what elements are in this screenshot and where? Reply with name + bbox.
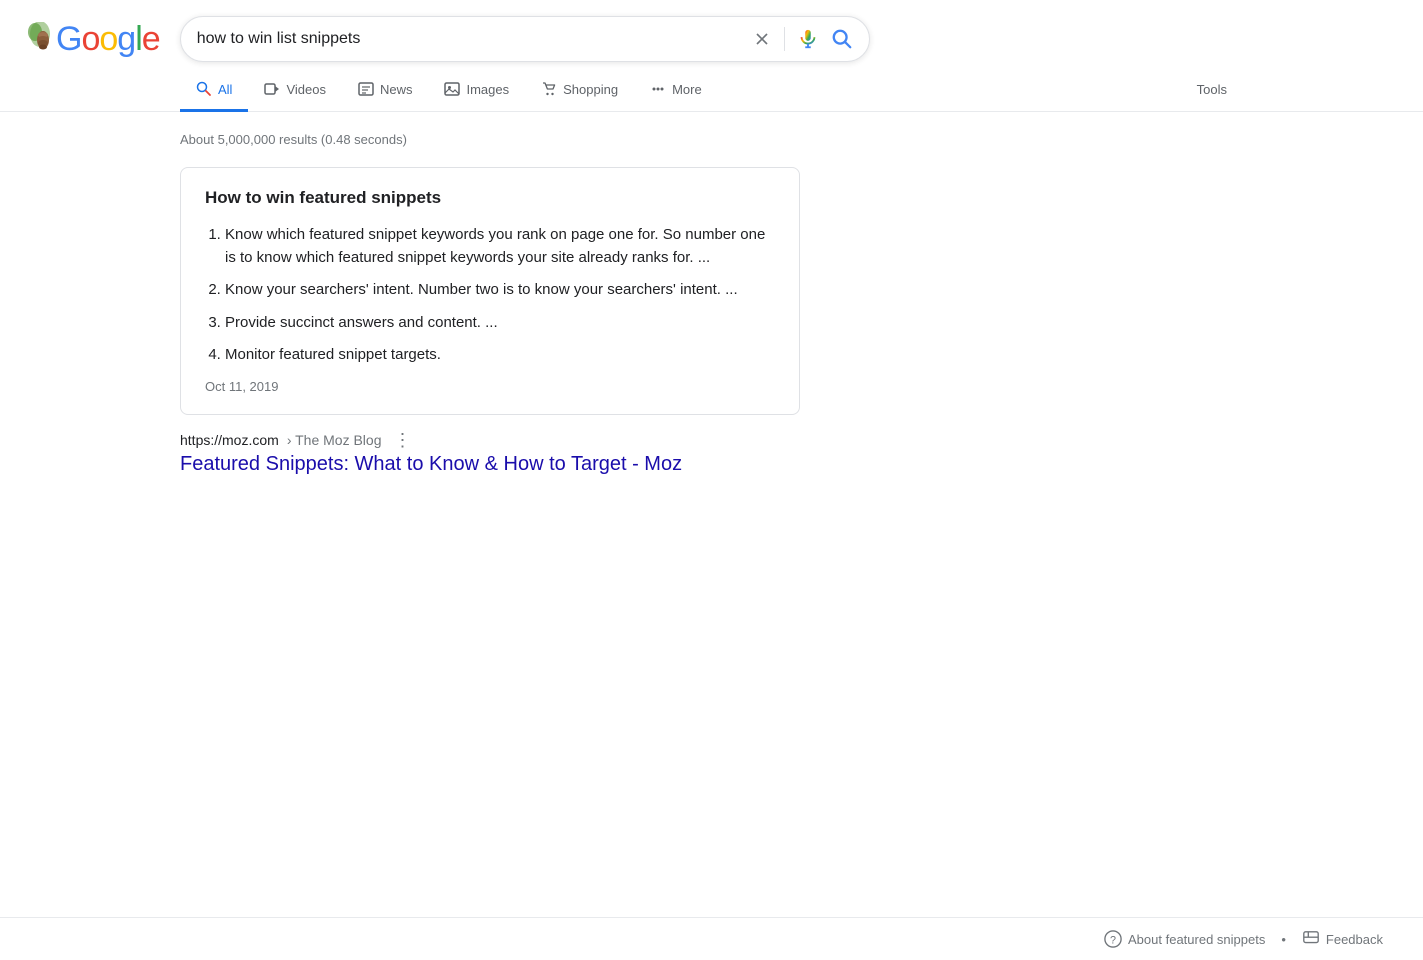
result-title-link[interactable]: Featured Snippets: What to Know & How to… xyxy=(180,453,800,476)
logo-e: e xyxy=(142,20,160,58)
images-icon xyxy=(444,81,460,97)
question-icon: ? xyxy=(1104,930,1122,948)
feedback-item[interactable]: Feedback xyxy=(1302,930,1383,948)
search-result: https://moz.com › The Moz Blog ⋮ Feature… xyxy=(180,431,800,476)
feedback-icon xyxy=(1302,930,1320,948)
feedback-label: Feedback xyxy=(1326,932,1383,947)
about-snippets-label: About featured snippets xyxy=(1128,932,1265,947)
snippet-item-3: Provide succinct answers and content. ..… xyxy=(225,312,775,335)
search-icons xyxy=(752,27,853,51)
pinecone-decoration xyxy=(25,22,55,52)
snippet-date: Oct 11, 2019 xyxy=(205,379,775,394)
microphone-icon xyxy=(797,28,819,50)
tab-news[interactable]: News xyxy=(342,69,429,112)
main-content: About 5,000,000 results (0.48 seconds) H… xyxy=(0,112,800,502)
videos-icon xyxy=(264,81,280,97)
snippet-title: How to win featured snippets xyxy=(205,188,775,208)
result-breadcrumb: › The Moz Blog xyxy=(287,432,382,448)
divider xyxy=(784,27,785,51)
results-count: About 5,000,000 results (0.48 seconds) xyxy=(180,132,800,147)
clear-button[interactable] xyxy=(752,29,772,49)
snippet-list: Know which featured snippet keywords you… xyxy=(205,224,775,367)
clear-icon xyxy=(752,29,772,49)
tab-images[interactable]: Images xyxy=(428,69,525,112)
snippet-footer-bar: ? About featured snippets • Feedback xyxy=(0,917,1423,960)
svg-text:?: ? xyxy=(1110,935,1116,947)
tab-shopping[interactable]: Shopping xyxy=(525,69,634,112)
header: Google xyxy=(0,0,1423,62)
search-bar-wrapper xyxy=(180,16,870,62)
shopping-icon xyxy=(541,81,557,97)
snippet-item-1: Know which featured snippet keywords you… xyxy=(225,224,775,269)
result-url: https://moz.com xyxy=(180,432,279,448)
google-logo[interactable]: Google xyxy=(24,20,160,59)
voice-search-button[interactable] xyxy=(797,28,819,50)
snippet-item-4: Monitor featured snippet targets. xyxy=(225,344,775,367)
logo-o1: o xyxy=(81,20,99,58)
result-url-row: https://moz.com › The Moz Blog ⋮ xyxy=(180,431,800,449)
result-more-button[interactable]: ⋮ xyxy=(389,431,415,449)
more-icon xyxy=(650,81,666,97)
logo-g2: g xyxy=(117,20,135,58)
tab-all[interactable]: All xyxy=(180,69,248,112)
search-input[interactable] xyxy=(197,30,744,48)
news-icon xyxy=(358,81,374,97)
snippet-item-2: Know your searchers' intent. Number two … xyxy=(225,279,775,302)
footer-dot: • xyxy=(1281,932,1286,947)
nav-tabs: All Videos News Images Shopping xyxy=(0,68,1423,112)
search-icon xyxy=(831,28,853,50)
featured-snippet: How to win featured snippets Know which … xyxy=(180,167,800,415)
tab-videos[interactable]: Videos xyxy=(248,69,342,112)
about-snippets-item[interactable]: ? About featured snippets xyxy=(1104,930,1265,948)
search-submit-button[interactable] xyxy=(831,28,853,50)
search-bar[interactable] xyxy=(180,16,870,62)
all-icon xyxy=(196,81,212,97)
tab-more[interactable]: More xyxy=(634,69,718,112)
logo-o2: o xyxy=(99,20,117,58)
logo-g: G xyxy=(56,20,81,58)
tab-tools[interactable]: Tools xyxy=(1181,70,1243,109)
